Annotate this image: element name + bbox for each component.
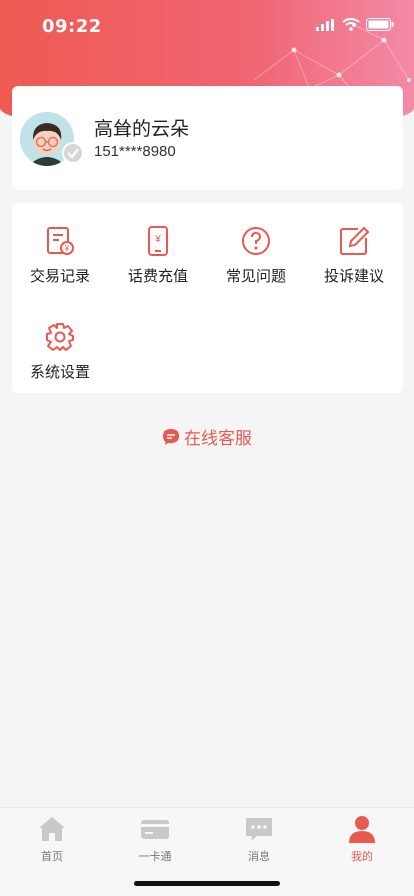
tab-card[interactable]: 一卡通: [103, 814, 207, 864]
profile-name: 高耸的云朵: [94, 118, 190, 140]
menu-item-faq[interactable]: 常见问题: [208, 225, 304, 305]
verified-badge-icon: [62, 142, 84, 164]
online-service-label: 在线客服: [184, 429, 252, 449]
question-icon: [242, 227, 270, 255]
svg-text:¥: ¥: [64, 244, 70, 253]
card-icon: [141, 820, 169, 839]
menu-card: ¥ 交易记录 ¥ 话费充值 常见问题 投诉建议 系统设置: [12, 203, 403, 393]
status-time: 09:22: [42, 16, 102, 37]
status-bar: 09:22: [0, 0, 414, 54]
gear-icon: [46, 323, 74, 351]
user-icon: [349, 816, 375, 843]
menu-label: 投诉建议: [323, 267, 384, 285]
menu-label: 常见问题: [225, 267, 286, 285]
tab-label: 首页: [41, 850, 63, 863]
menu-item-transactions[interactable]: ¥ 交易记录: [12, 225, 108, 305]
battery-icon: [366, 18, 394, 31]
chat-bubble-icon: [163, 428, 179, 445]
message-icon: [246, 818, 272, 841]
profile-phone: 151****8980: [94, 143, 176, 160]
tab-label: 消息: [248, 850, 270, 863]
svg-text:¥: ¥: [154, 234, 161, 245]
wifi-icon: [342, 18, 360, 31]
menu-label: 系统设置: [29, 363, 90, 381]
menu-item-feedback[interactable]: 投诉建议: [306, 225, 402, 305]
home-icon: [39, 817, 65, 841]
online-service-link[interactable]: 在线客服: [0, 424, 414, 451]
edit-icon: [340, 226, 370, 255]
menu-label: 交易记录: [29, 267, 90, 285]
tab-home[interactable]: 首页: [0, 814, 104, 864]
status-icons: [316, 18, 394, 31]
tab-messages[interactable]: 消息: [207, 814, 311, 864]
tab-label: 一卡通: [138, 850, 172, 863]
menu-item-recharge[interactable]: ¥ 话费充值: [110, 225, 206, 305]
home-indicator: [134, 881, 280, 886]
phone-recharge-icon: ¥: [148, 226, 168, 256]
tab-label: 我的: [351, 850, 373, 863]
receipt-icon: ¥: [47, 227, 74, 255]
profile-card[interactable]: 高耸的云朵 151****8980: [12, 86, 403, 190]
signal-icon: [316, 18, 334, 31]
tab-mine[interactable]: 我的: [310, 814, 414, 864]
menu-item-settings[interactable]: 系统设置: [12, 321, 108, 401]
menu-label: 话费充值: [127, 267, 188, 285]
